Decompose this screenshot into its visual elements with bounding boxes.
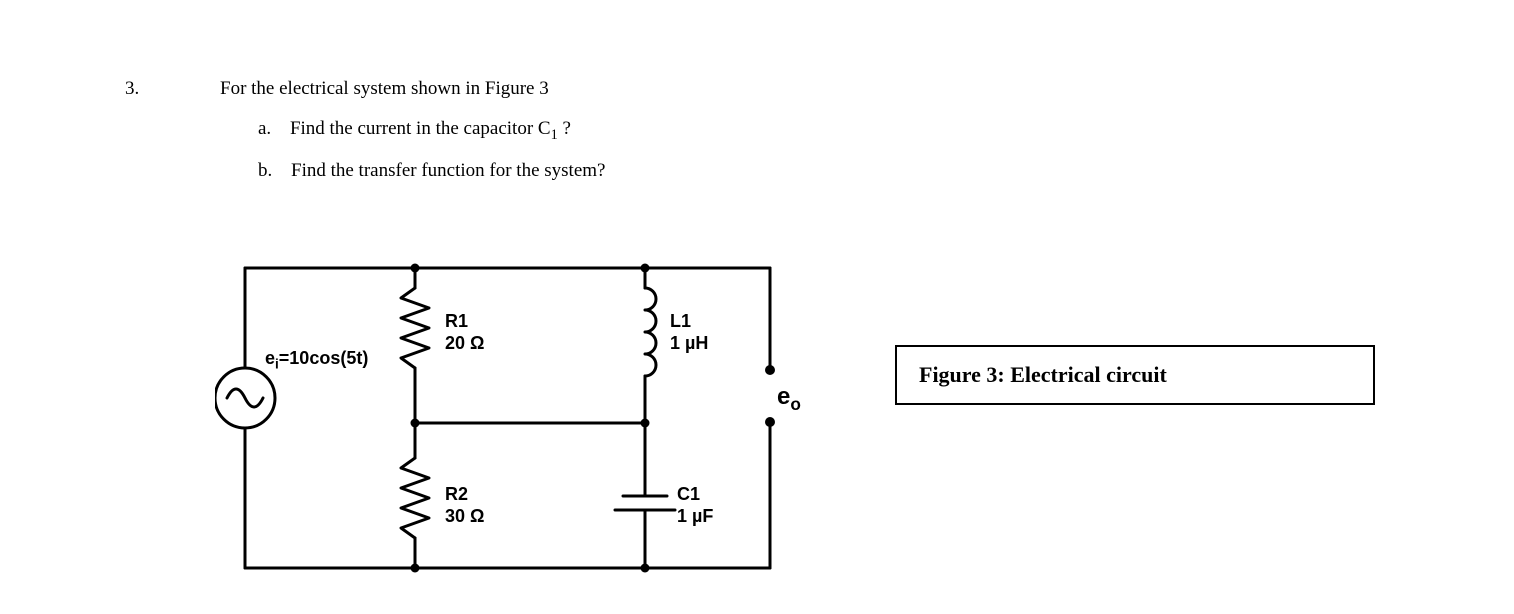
question-number: 3.: [125, 78, 139, 100]
sub-a-subscript: 1: [551, 127, 558, 143]
output-label: eo: [777, 383, 801, 415]
label-c1-name: C1: [677, 484, 700, 505]
label-l1-name: L1: [670, 311, 691, 332]
sub-a-letter: a.: [258, 118, 271, 139]
sub-question-b: b. Find the transfer function for the sy…: [258, 160, 605, 182]
sub-question-a: a. Find the current in the capacitor C1 …: [258, 118, 571, 144]
label-r2-name: R2: [445, 484, 468, 505]
label-r2-value: 30 Ω: [445, 506, 484, 527]
source-label: ei=10cos(5t): [265, 348, 368, 372]
question-prompt: For the electrical system shown in Figur…: [220, 78, 549, 100]
label-r1-name: R1: [445, 311, 468, 332]
sub-a-text-after: ?: [558, 118, 571, 139]
label-c1-value: 1 µF: [677, 506, 713, 527]
circuit-diagram: ei=10cos(5t) R1 20 Ω L1 1 µH R2 30 Ω C1 …: [215, 248, 805, 588]
label-r1-value: 20 Ω: [445, 333, 484, 354]
figure-caption: Figure 3: Electrical circuit: [895, 345, 1375, 405]
sub-a-text-before: Find the current in the capacitor C: [290, 118, 551, 139]
label-l1-value: 1 µH: [670, 333, 708, 354]
sub-b-letter: b.: [258, 160, 272, 181]
sub-b-text: Find the transfer function for the syste…: [291, 160, 605, 181]
